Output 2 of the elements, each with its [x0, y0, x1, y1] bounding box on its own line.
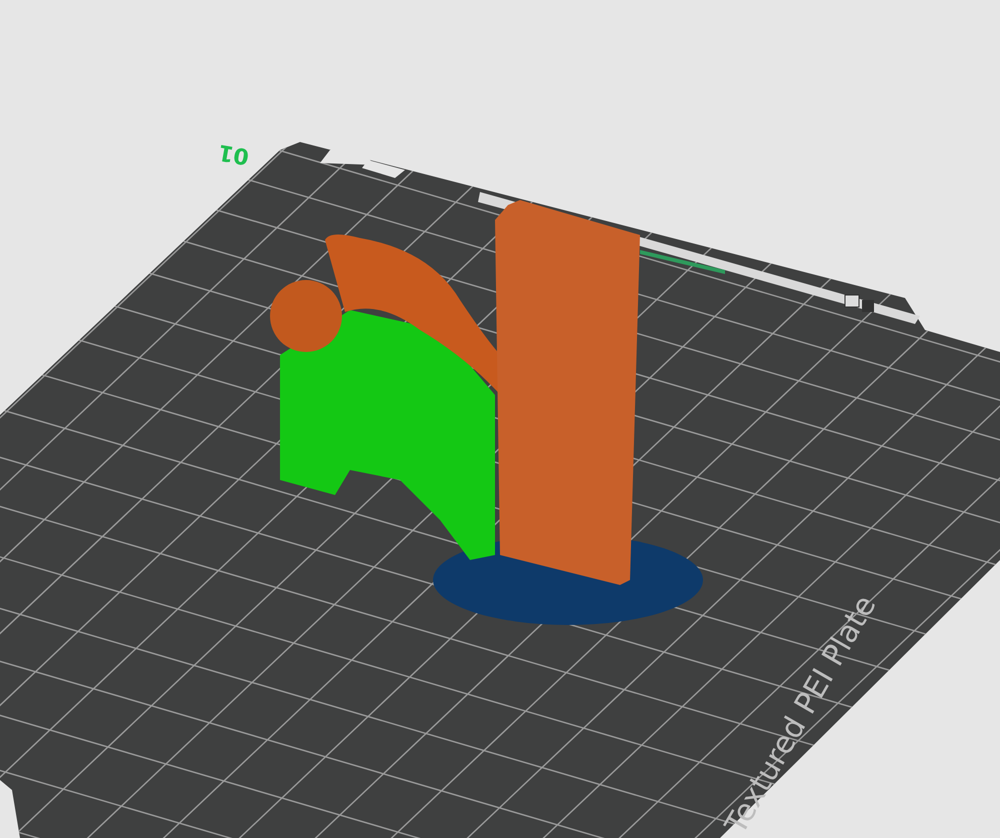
plate-number: 01 [216, 138, 252, 169]
plate-cutout [362, 160, 405, 178]
